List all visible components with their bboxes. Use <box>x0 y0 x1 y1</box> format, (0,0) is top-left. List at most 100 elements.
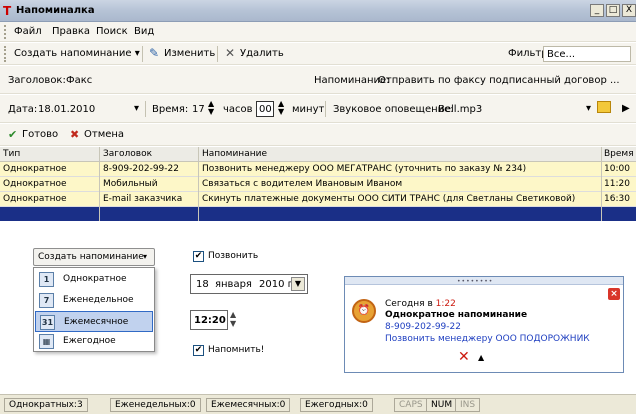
caps-indicator: CAPS <box>394 398 428 412</box>
date-input[interactable]: 18.01.2010 <box>38 104 95 115</box>
num-indicator: NUM <box>426 398 458 412</box>
cell-title: E-mail заказчика <box>103 194 183 204</box>
filter-value: Все... <box>547 49 576 60</box>
filter-select[interactable]: Все... <box>543 46 631 62</box>
notification-phone[interactable]: 8-909-202-99-22 <box>385 322 461 332</box>
column-divider <box>198 147 199 221</box>
delete-icon: ✕ <box>225 46 236 60</box>
menu-view[interactable]: Вид <box>134 26 154 37</box>
cell-title: 8-909-202-99-22 <box>103 164 179 174</box>
header-title[interactable]: Заголовок <box>103 149 152 159</box>
status-yearly-count: Ежегодных:0 <box>300 398 373 412</box>
alarm-clock-icon: ⏰ <box>352 299 376 323</box>
table-row[interactable]: Однократное Мобильный Связаться с водите… <box>0 177 636 192</box>
time-spinner-icon[interactable]: ▲ ▼ <box>230 310 236 328</box>
cell-reminder: Связаться с водителем Ивановым Иваном <box>202 179 403 189</box>
close-button[interactable]: X <box>622 4 636 17</box>
sound-input[interactable]: Bell.mp3 <box>438 104 482 115</box>
status-monthly-count: Ежемесячных:0 <box>206 398 291 412</box>
dropdown-arrow-icon: ▾ <box>134 48 140 59</box>
window-title: Напоминалка <box>16 5 95 16</box>
folder-icon[interactable] <box>597 101 611 113</box>
demo-date-month: января <box>215 279 252 290</box>
cancel-button[interactable]: Отмена <box>84 129 124 140</box>
menu-grip <box>4 25 7 39</box>
demo-date-picker[interactable]: 18 января 2010 г. ▼ <box>190 274 308 294</box>
demo-time-input[interactable]: 12:20 <box>190 310 228 330</box>
toolbar-separator <box>142 46 143 62</box>
date-dropdown-icon[interactable]: ▼ <box>291 277 305 291</box>
table-header: Тип Заголовок Напоминание Время <box>0 147 636 162</box>
menu-file[interactable]: Файл <box>14 26 42 37</box>
minutes-input[interactable]: 00 <box>256 101 274 117</box>
app-icon: T <box>3 4 12 18</box>
header-time[interactable]: Время <box>604 149 634 159</box>
dropdown-arrow-icon: ▾ <box>143 252 148 261</box>
create-reminder-button[interactable]: Создать напоминание ▾ <box>14 48 140 59</box>
menu-item-weekly[interactable]: 7 Еженедельное <box>35 290 153 311</box>
sound-dropdown-icon[interactable]: ▾ <box>586 103 591 114</box>
minutes-spinner-icon[interactable]: ▲ ▼ <box>278 100 284 116</box>
call-checkbox[interactable]: ✔ <box>193 251 204 262</box>
close-icon[interactable]: × <box>608 288 620 300</box>
calendar-week-icon: 7 <box>39 293 54 308</box>
play-icon[interactable]: ▶ <box>622 103 630 114</box>
minutes-unit: минут <box>292 104 325 115</box>
row-separator <box>145 101 146 117</box>
hours-input[interactable]: 17 <box>192 104 205 115</box>
sound-label: Звуковое оповещение: <box>333 104 454 115</box>
title-input[interactable]: Факс <box>66 75 92 86</box>
status-once-count: Однократных:3 <box>4 398 88 412</box>
notification-text[interactable]: Позвонить менеджеру ООО ПОДОРОЖНИК <box>385 334 590 344</box>
title-row: Заголовок: Факс Напоминание: Отправить п… <box>0 66 636 94</box>
cancel-icon: ✖ <box>70 128 80 141</box>
menu-edit[interactable]: Правка <box>52 26 90 37</box>
column-divider <box>601 147 602 221</box>
demo-create-button[interactable]: Создать напоминание ▾ <box>33 248 155 266</box>
notification-kind: Однократное напоминание <box>385 310 528 320</box>
cell-type: Однократное <box>3 179 67 189</box>
action-row: ✔ Готово ✖ Отмена <box>0 124 636 146</box>
header-reminder[interactable]: Напоминание <box>202 149 267 159</box>
demo-date-day: 18 <box>196 279 209 290</box>
notification-popup: •••••••• × ⏰ Сегодня в 1:22 Однократное … <box>344 276 624 373</box>
date-dropdown-icon[interactable]: ▾ <box>134 103 139 114</box>
call-checkbox-label: Позвонить <box>208 251 259 261</box>
calendar-year-icon: ▦ <box>39 334 54 349</box>
remind-checkbox[interactable]: ✔ <box>193 345 204 356</box>
delete-button[interactable]: Удалить <box>240 48 284 59</box>
reminder-table: Тип Заголовок Напоминание Время Однократ… <box>0 147 636 229</box>
cell-reminder: Скинуть платежные документы ООО СИТИ ТРА… <box>202 194 576 204</box>
edit-button[interactable]: Изменить <box>164 48 215 59</box>
maximize-button[interactable]: □ <box>606 4 620 17</box>
ins-indicator: INS <box>455 398 481 412</box>
menu-item-monthly[interactable]: 31 Ежемесячное <box>35 311 153 332</box>
title-label: Заголовок: <box>8 75 66 86</box>
header-type[interactable]: Тип <box>3 149 20 159</box>
calendar-once-icon: 1 <box>39 272 54 287</box>
collapse-icon[interactable]: ▲ <box>478 353 484 362</box>
toolbar-separator <box>217 46 218 62</box>
row-separator <box>325 101 326 117</box>
date-label: Дата: <box>8 104 38 115</box>
hours-spinner-icon[interactable]: ▲ ▼ <box>208 100 214 116</box>
column-divider <box>99 147 100 221</box>
cell-time: 10:00 <box>604 164 630 174</box>
table-row[interactable]: Однократное E-mail заказчика Скинуть пла… <box>0 192 636 207</box>
minimize-button[interactable]: _ <box>590 4 604 17</box>
dismiss-icon[interactable]: ✕ <box>458 349 470 365</box>
menu-item-once[interactable]: 1 Однократное <box>35 269 153 290</box>
table-row[interactable]: Однократное 8-909-202-99-22 Позвонить ме… <box>0 162 636 177</box>
toolbar: Создать напоминание ▾ ✎ Изменить ✕ Удали… <box>0 43 636 65</box>
reminder-input[interactable]: Отправить по факсу подписанный договор .… <box>378 75 620 86</box>
table-row-selected[interactable] <box>0 207 636 221</box>
cell-type: Однократное <box>3 194 67 204</box>
datetime-row: Дата: 18.01.2010 ▾ Время: 17 ▲ ▼ часов 00… <box>0 95 636 123</box>
remind-checkbox-label: Напомнить! <box>208 345 265 355</box>
ok-button[interactable]: Готово <box>22 129 58 140</box>
menu-item-yearly[interactable]: ▦ Ежегодное <box>35 331 153 352</box>
menu-search[interactable]: Поиск <box>96 26 128 37</box>
filter-label: Фильтр <box>508 48 548 59</box>
status-bar: Однократных:3 Еженедельных:0 Ежемесячных… <box>0 394 636 414</box>
hours-unit: часов <box>223 104 253 115</box>
